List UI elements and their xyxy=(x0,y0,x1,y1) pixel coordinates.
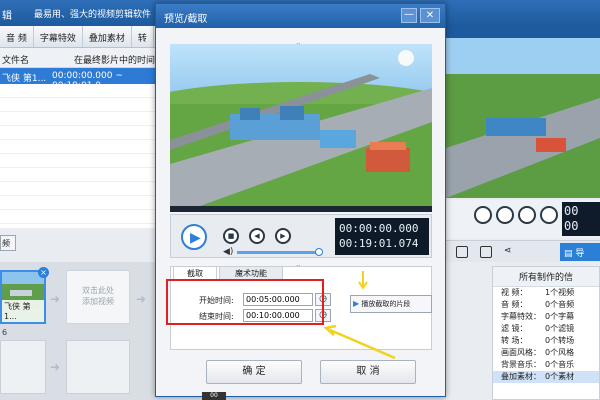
app-title: 辑 xyxy=(2,11,12,22)
right-toolbar: ⋖ ▤ 导 xyxy=(446,240,600,262)
help-icon[interactable] xyxy=(480,246,492,258)
preview-image xyxy=(446,38,600,198)
info-value: 1个视频 xyxy=(545,288,575,297)
row-filename: 飞侠 第1... xyxy=(2,74,47,84)
export-label: 导 xyxy=(575,249,585,259)
close-icon[interactable]: ✕ xyxy=(420,8,440,23)
stop-icon[interactable] xyxy=(496,206,514,224)
main-timecode: 00 00 xyxy=(562,202,600,236)
info-key: 背景音乐： xyxy=(501,360,541,369)
dialog-title: 预览/截取 xyxy=(164,14,208,25)
info-key: 滤 镜： xyxy=(501,324,528,333)
timeline: 飞侠 第1... × ➜ 双击此处 添加视频 ➜ 6 ➜ xyxy=(0,262,160,400)
col-filename: 文件名 xyxy=(2,56,30,66)
track-number: 6 xyxy=(2,328,8,337)
info-value: 0个音频 xyxy=(545,300,575,309)
info-row: 背景音乐： 0个音乐 xyxy=(493,359,599,371)
bottom-tab: 00 xyxy=(202,392,226,400)
play-cut-segment-button[interactable]: ▶ 播放截取的片段 xyxy=(350,295,432,313)
file-table: 文件名 在最终影片中的时间 飞侠 第1... 00:00:00.000 ~ 00… xyxy=(0,48,158,228)
info-title: 所有制作的信 xyxy=(493,267,599,287)
info-key: 字幕特效： xyxy=(501,312,541,321)
preview-image xyxy=(170,44,432,206)
info-row: 字幕特效： 0个字幕 xyxy=(493,311,599,323)
close-icon[interactable]: × xyxy=(38,267,49,278)
preview-progress-bar[interactable] xyxy=(170,206,432,212)
tab-audio[interactable]: 音 频 xyxy=(0,26,34,47)
timecode-display: 00:00:00.000 00:19:01.074 xyxy=(335,218,429,255)
info-value: 0个滤镜 xyxy=(545,324,575,333)
right-titlebar xyxy=(446,26,600,38)
info-row: 滤 镜： 0个滤镜 xyxy=(493,323,599,335)
volume-icon[interactable]: ◀) xyxy=(223,247,233,257)
info-value: 0个字幕 xyxy=(545,312,575,321)
preview-trim-dialog: 预览/截取 — ✕ ⌄ ▶ ■ ◀ ▶ ◀) 00:00:00.000 00:1… xyxy=(155,3,446,397)
play-cut-label: 播放截取的片段 xyxy=(361,300,411,308)
time-total: 00 xyxy=(564,219,579,233)
ok-button[interactable]: 确 定 xyxy=(206,360,302,384)
time-current: 00 xyxy=(564,204,579,218)
next-frame-button[interactable]: ▶ xyxy=(275,228,291,244)
volume-knob[interactable] xyxy=(315,248,323,256)
add-video-button[interactable]: 频 xyxy=(0,235,16,251)
timeline-slot[interactable] xyxy=(66,340,130,394)
info-key: 转 场： xyxy=(501,336,528,345)
volume-slider[interactable] xyxy=(237,251,319,254)
prev-frame-button[interactable]: ◀ xyxy=(249,228,265,244)
video-preview xyxy=(170,44,432,206)
info-key: 音 频： xyxy=(501,300,528,309)
prev-icon[interactable] xyxy=(518,206,536,224)
info-row: 画面风格： 0个风格 xyxy=(493,347,599,359)
playback-controls: ▶ ■ ◀ ▶ ◀) 00:00:00.000 00:19:01.074 xyxy=(170,214,432,258)
arrow-right-icon: ➜ xyxy=(136,292,147,306)
time-total: 00:19:01.074 xyxy=(339,237,419,250)
placeholder-text: 双击此处 添加视频 xyxy=(82,286,114,306)
table-row[interactable]: 飞侠 第1... 00:00:00.000 ~ 00:19:01.0 xyxy=(0,68,158,91)
app-tabs: 音 频 字幕特效 叠加素材 转 xyxy=(0,26,160,48)
timeline-clip[interactable]: 飞侠 第1... × xyxy=(0,267,49,324)
info-value: 0个转场 xyxy=(545,336,575,345)
export-button[interactable]: ▤ 导 xyxy=(560,243,600,261)
main-controls: 00 00 xyxy=(446,200,600,238)
cancel-button[interactable]: 取 消 xyxy=(320,360,416,384)
share-icon[interactable]: ⋖ xyxy=(504,246,516,258)
timeline-placeholder[interactable]: 双击此处 添加视频 xyxy=(66,270,130,324)
col-time: 在最终影片中的时间 xyxy=(74,56,156,66)
info-value: 0个素材 xyxy=(545,372,575,381)
main-preview xyxy=(446,38,600,198)
clip-label: 飞侠 第1... xyxy=(2,300,44,322)
app-slogan: 最易用、强大的视频剪辑软件 xyxy=(34,10,152,20)
info-value: 0个音乐 xyxy=(545,360,575,369)
arrow-right-icon: ➜ xyxy=(50,360,61,374)
minimize-icon[interactable]: — xyxy=(401,8,417,23)
highlight-box xyxy=(166,279,324,325)
arrow-right-icon: ➜ xyxy=(50,292,61,306)
save-icon[interactable] xyxy=(456,246,468,258)
play-icon[interactable] xyxy=(474,206,492,224)
timeline-slot[interactable] xyxy=(0,340,46,394)
info-key: 视 频： xyxy=(501,288,528,297)
info-panel: 所有制作的信 视 频： 1个视频 音 频： 0个音频 字幕特效： 0个字幕 滤 镜： 0… xyxy=(492,266,600,400)
file-table-header: 文件名 在最终影片中的时间 xyxy=(0,48,158,68)
info-key: 叠加素材： xyxy=(501,372,541,381)
tab-overlay[interactable]: 叠加素材 xyxy=(83,26,132,47)
info-row: 转 场： 0个转场 xyxy=(493,335,599,347)
tab-transition[interactable]: 转 xyxy=(132,26,154,47)
info-row: 视 频： 1个视频 xyxy=(493,287,599,299)
info-key: 画面风格： xyxy=(501,348,541,357)
info-value: 0个风格 xyxy=(545,348,575,357)
time-current: 00:00:00.000 xyxy=(339,222,419,235)
play-icon: ▶ xyxy=(353,299,360,308)
stop-button[interactable]: ■ xyxy=(223,228,239,244)
row-time: 00:00:00.000 ~ 00:19:01.0 xyxy=(52,71,123,91)
tab-subtitle[interactable]: 字幕特效 xyxy=(34,26,83,47)
info-row: 叠加素材： 0个素材 xyxy=(493,371,599,383)
info-row: 音 频： 0个音频 xyxy=(493,299,599,311)
play-icon: ▶ xyxy=(190,230,201,246)
play-button[interactable]: ▶ xyxy=(181,224,207,250)
next-icon[interactable] xyxy=(540,206,558,224)
